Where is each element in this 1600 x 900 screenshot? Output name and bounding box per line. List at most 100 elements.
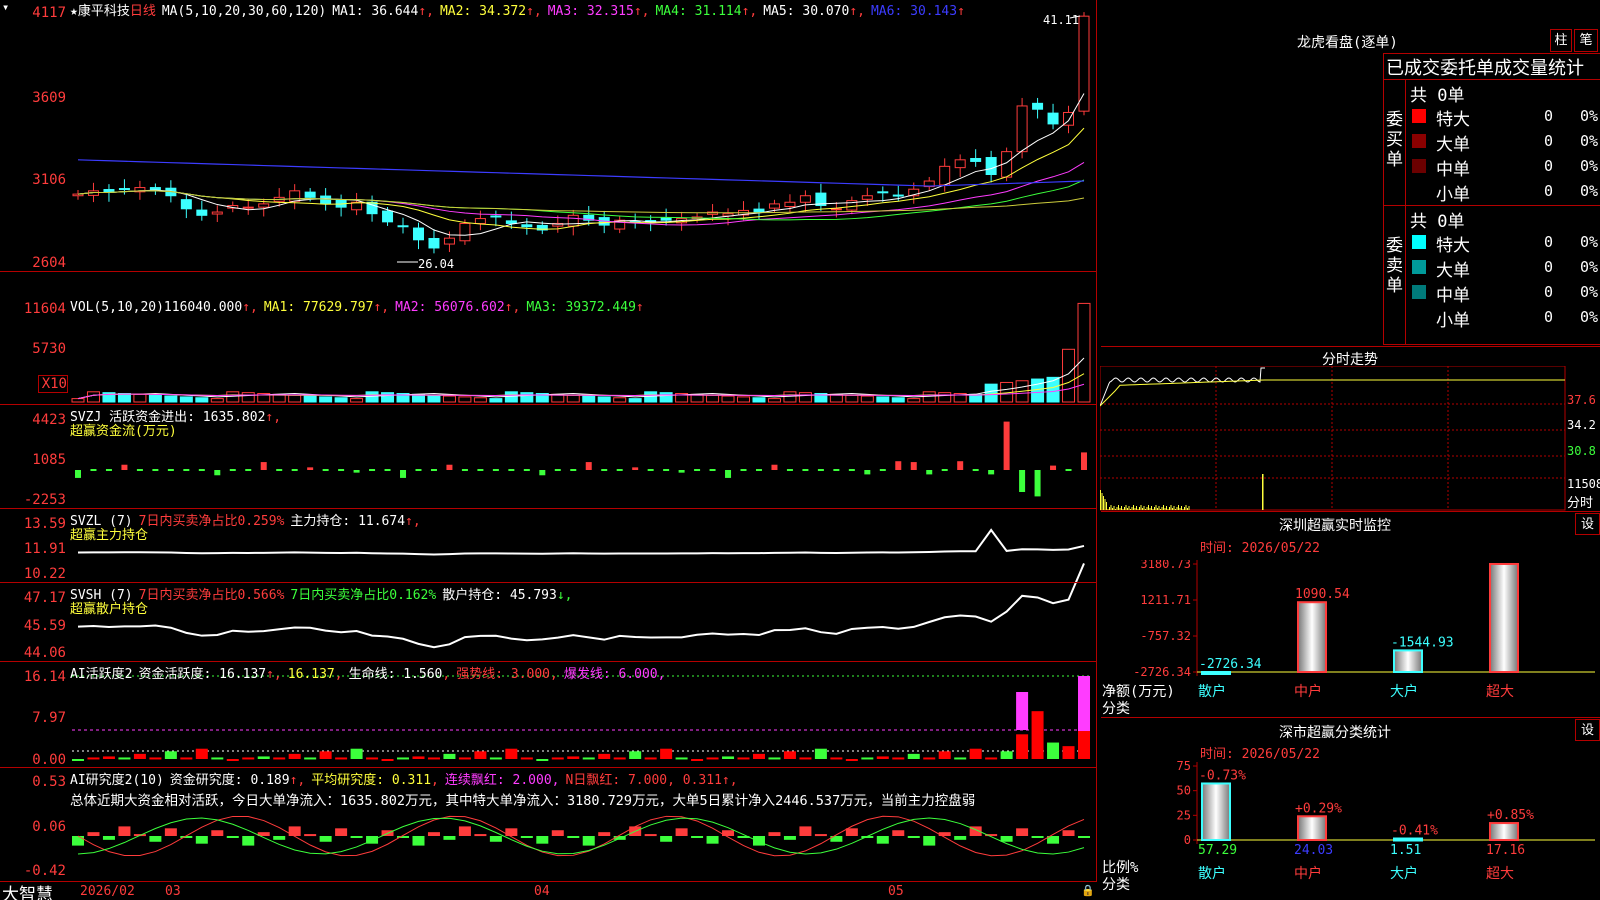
svsh-hold: 散户持仓: 45.793 bbox=[442, 588, 557, 603]
activity-bar bbox=[1047, 742, 1060, 759]
ytick-label: 75 bbox=[1177, 760, 1191, 773]
fund-bar bbox=[988, 470, 995, 475]
vol-unit-box[interactable]: X10 bbox=[38, 375, 68, 393]
volume-bar bbox=[752, 397, 766, 403]
activity-bar bbox=[799, 757, 812, 760]
svzj-ytick: -2253 bbox=[23, 492, 66, 508]
vol-ytick: 11604 bbox=[23, 301, 66, 317]
fund-bar bbox=[1081, 452, 1087, 470]
sell-count-3: 0 bbox=[1544, 308, 1554, 326]
longhu-title: 龙虎看盘(逐单) bbox=[1297, 35, 1398, 51]
tick-mode-button[interactable]: 笔 bbox=[1574, 29, 1598, 52]
vol-value: 116040.000 bbox=[163, 300, 243, 315]
ytick-label: 3180.73 bbox=[1140, 560, 1191, 571]
candle bbox=[1016, 105, 1028, 153]
low-price-label: 26.04 bbox=[418, 257, 455, 271]
buy-swatch-2 bbox=[1412, 159, 1426, 173]
buy-name-1: 大单 bbox=[1436, 135, 1470, 155]
fund-bar bbox=[307, 467, 314, 470]
fund-bar bbox=[214, 470, 221, 476]
high-price-label: 41.11 bbox=[1043, 13, 1080, 27]
candle bbox=[196, 209, 208, 216]
fund-bar bbox=[802, 469, 809, 471]
candle bbox=[211, 211, 223, 215]
intraday-vol bbox=[1101, 493, 1103, 510]
volume-bar bbox=[241, 392, 255, 403]
ai-header: AI活跃度2 资金活跃度: 16.137↑, 16.137, 生命线: 1.560, 强… bbox=[70, 667, 666, 682]
intraday-vol bbox=[1146, 507, 1148, 510]
fund-bar bbox=[338, 469, 345, 471]
svzl-ytick: 13.59 bbox=[23, 516, 66, 532]
chart-svg bbox=[71, 12, 1091, 857]
intraday-vol bbox=[1172, 508, 1173, 510]
research-bar bbox=[567, 836, 580, 838]
value-label: 1.51 bbox=[1390, 843, 1421, 858]
svzl-ratio: 7日内买卖净占比0.259% bbox=[138, 514, 285, 529]
activity-bar bbox=[350, 748, 363, 759]
svzj-ytick: 1085 bbox=[32, 452, 66, 468]
research-bar bbox=[799, 826, 812, 836]
volume-bar bbox=[721, 395, 735, 403]
fund-bar bbox=[709, 469, 716, 471]
activity-bar bbox=[969, 748, 982, 759]
activity-bar bbox=[72, 759, 84, 761]
intraday-vol bbox=[1118, 505, 1119, 510]
intraday-vol bbox=[1262, 474, 1264, 510]
sz-monitor-settings-button[interactable]: 设 bbox=[1575, 513, 1600, 535]
fund-bar bbox=[725, 470, 732, 478]
lock-icon[interactable]: 🔒 bbox=[1081, 884, 1095, 897]
candle bbox=[505, 220, 517, 224]
candle bbox=[304, 191, 316, 198]
bar-label: -0.73% bbox=[1199, 768, 1246, 783]
longhu-subtitle: 已成交委托单成交量统计 bbox=[1386, 58, 1584, 79]
fund-bar bbox=[941, 469, 948, 471]
research-bar bbox=[87, 832, 100, 836]
candle bbox=[412, 227, 424, 241]
svsh-ratio1: 7日内买卖净占比0.566% bbox=[138, 588, 285, 603]
activity-bar bbox=[938, 751, 951, 759]
fund-bar bbox=[848, 469, 855, 471]
bar-mode-button[interactable]: 柱 bbox=[1550, 29, 1572, 52]
volume-bar bbox=[767, 398, 781, 403]
value-label: 57.29 bbox=[1198, 843, 1237, 858]
activity-bar bbox=[164, 751, 177, 759]
category-label: 中户 bbox=[1294, 865, 1322, 882]
intraday-chart[interactable] bbox=[1100, 366, 1600, 511]
bar-label: -0.41% bbox=[1391, 824, 1438, 839]
sell-name-1: 大单 bbox=[1436, 261, 1470, 281]
research-bar bbox=[691, 836, 704, 838]
candle bbox=[954, 159, 966, 169]
intraday-vol bbox=[1107, 509, 1109, 510]
intraday-price-line bbox=[1100, 367, 1265, 407]
activity-bar bbox=[520, 757, 533, 760]
intraday-vol bbox=[1142, 508, 1143, 510]
research-bar bbox=[598, 832, 611, 836]
activity-bar bbox=[195, 748, 208, 759]
volume-bar bbox=[210, 398, 224, 403]
volume-bar bbox=[288, 394, 302, 403]
ai-ytick: 7.97 bbox=[32, 710, 66, 726]
volume-bar bbox=[706, 394, 720, 403]
research-bar bbox=[536, 836, 549, 844]
volume-bar bbox=[427, 394, 441, 403]
activity-bar bbox=[861, 757, 874, 760]
sell-name-0: 特大 bbox=[1436, 236, 1470, 256]
sz-class-settings-button[interactable]: 设 bbox=[1575, 719, 1600, 741]
buy-total: 共 0单 bbox=[1410, 86, 1465, 106]
buy-swatch-1 bbox=[1412, 134, 1426, 148]
category-label: 散户 bbox=[1198, 865, 1226, 882]
volume-bar bbox=[566, 394, 580, 403]
candle bbox=[258, 203, 270, 208]
fund-bar bbox=[384, 469, 391, 471]
fund-bar bbox=[400, 470, 407, 478]
activity-bar bbox=[598, 753, 611, 759]
intraday-vol bbox=[1128, 506, 1130, 510]
volume-bar bbox=[303, 395, 317, 403]
intraday-vol bbox=[1184, 507, 1185, 510]
fund-bar bbox=[105, 469, 112, 471]
activity-peak bbox=[1016, 692, 1029, 730]
activity-bar bbox=[366, 757, 379, 760]
research-bar bbox=[273, 836, 286, 840]
intraday-vol bbox=[1137, 509, 1139, 510]
fund-bar bbox=[492, 469, 499, 471]
